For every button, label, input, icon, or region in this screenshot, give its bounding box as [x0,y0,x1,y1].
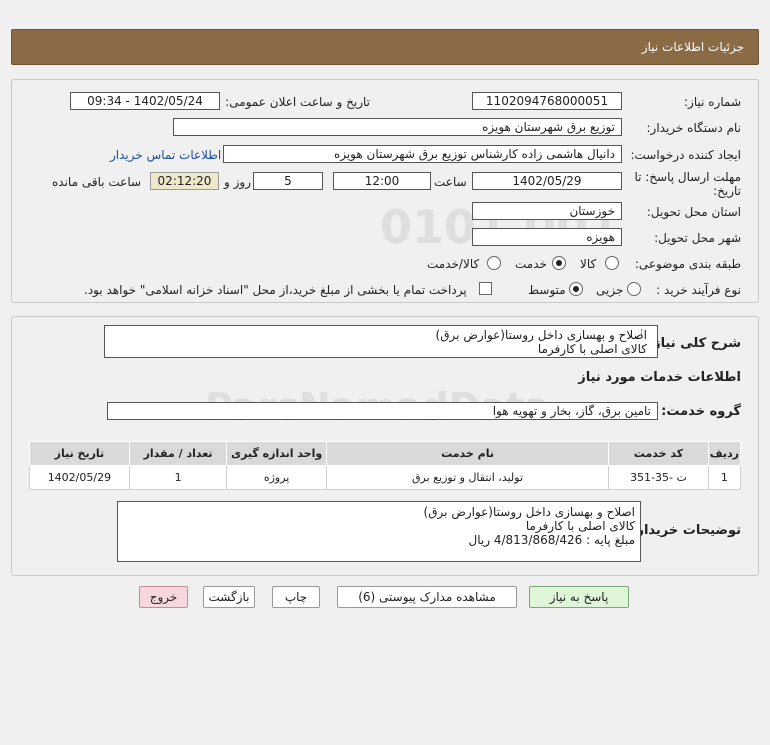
cell-quantity: 1 [128,465,228,490]
deadline-time-field: 12:00 [333,172,431,190]
col-row-number: ردیف [707,441,742,466]
remaining-time-label: ساعت باقی مانده [52,175,142,189]
city-label: شهر محل تحویل: [654,231,741,245]
general-desc-line2: کالای اصلی با کارفرما [537,342,647,356]
category-goods-service-radio[interactable] [487,256,501,270]
page-title: جزئیات اطلاعات نیاز [641,40,744,54]
need-number-field: 1102094768000051 [472,92,622,110]
deadline-label-line2: تاریخ: [713,184,741,198]
category-goods-service-label: کالا/خدمت [427,257,480,271]
category-service-radio[interactable] [552,256,566,270]
category-goods-label: کالا [580,257,597,271]
announce-datetime-label: تاریخ و ساعت اعلان عمومی: [225,95,370,109]
buyer-notes-label: توضیحات خریدار: [631,523,741,538]
process-type-label: نوع فرآیند خرید : [656,283,741,297]
need-number-label: شماره نیاز: [684,95,741,109]
province-label: استان محل تحویل: [646,205,741,219]
requester-label: ایجاد کننده درخواست: [630,148,741,162]
cell-service-name: تولید، انتقال و توزیع برق [325,465,610,490]
days-label: روز و [224,175,251,189]
service-group-field: تامین برق، گاز، بخار و تهویه هوا [107,402,658,420]
col-quantity: تعداد / مقدار [128,441,228,466]
col-need-date: تاریخ نیاز [29,441,130,466]
treasury-payment-checkbox[interactable] [479,282,492,295]
category-service-label: خدمت [515,257,547,271]
reply-button[interactable]: پاسخ به نیاز [529,586,629,608]
table-row: 1 ت -35-351 تولید، انتقال و توزیع برق پر… [29,465,742,490]
back-button[interactable]: بازگشت [203,586,255,608]
city-field: هویزه [472,228,622,246]
requester-field: دانیال هاشمی زاده کارشناس توزیع برق شهرس… [223,145,622,163]
deadline-time-label: ساعت [434,175,467,189]
print-button[interactable]: چاپ [272,586,320,608]
process-medium-label: متوسط [528,283,566,297]
buyer-org-field: توزیع برق شهرستان هویزه [173,118,622,136]
cell-service-code: ت -35-351 [608,465,709,490]
province-field: خوزستان [472,202,622,220]
page-header: جزئیات اطلاعات نیاز [11,29,759,65]
col-service-code: کد خدمت [608,441,709,466]
buyer-notes-line3: مبلغ پایه : 4/813/868/426 ریال [468,533,635,547]
process-medium-radio[interactable] [569,282,583,296]
category-goods-radio[interactable] [605,256,619,270]
services-table: ردیف کد خدمت نام خدمت واحد اندازه گیری ت… [29,441,742,490]
exit-button[interactable]: خروج [139,586,188,608]
process-partial-radio[interactable] [627,282,641,296]
general-desc-line1: اصلاح و بهسازی داخل روستا(عوارض برق) [435,328,647,342]
deadline-date-field: 1402/05/29 [472,172,622,190]
treasury-payment-note: پرداخت تمام یا بخشی از مبلغ خرید،از محل … [84,283,467,297]
buyer-notes-line2: کالای اصلی با کارفرما [525,519,635,533]
category-label: طبقه بندی موضوعی: [634,257,741,271]
days-field: 5 [253,172,323,190]
cell-unit: پروژه [226,465,327,490]
deadline-label-line1: مهلت ارسال پاسخ: تا [634,170,741,184]
services-info-heading: اطلاعات خدمات مورد نیاز [578,370,741,385]
general-desc-label: شرح کلی نیاز: [647,336,741,351]
resize-handle-icon[interactable]: ⁞ [640,328,643,338]
service-group-label: گروه خدمت: [661,404,741,419]
buyer-notes-line1: اصلاح و بهسازی داخل روستا(عوارض برق) [423,505,635,519]
cell-row-number: 1 [707,465,742,490]
buyer-contact-link[interactable]: اطلاعات تماس خریدار [110,148,221,162]
view-attachments-button[interactable]: مشاهده مدارک پیوستی (6) [337,586,517,608]
process-partial-label: جزیی [596,283,624,297]
announce-datetime-field: 1402/05/24 - 09:34 [70,92,220,110]
col-unit: واحد اندازه گیری [226,441,327,466]
remaining-time-field: 02:12:20 [150,172,219,190]
col-service-name: نام خدمت [325,441,610,466]
cell-need-date: 1402/05/29 [29,465,130,490]
buyer-org-label: نام دستگاه خریدار: [646,121,742,135]
